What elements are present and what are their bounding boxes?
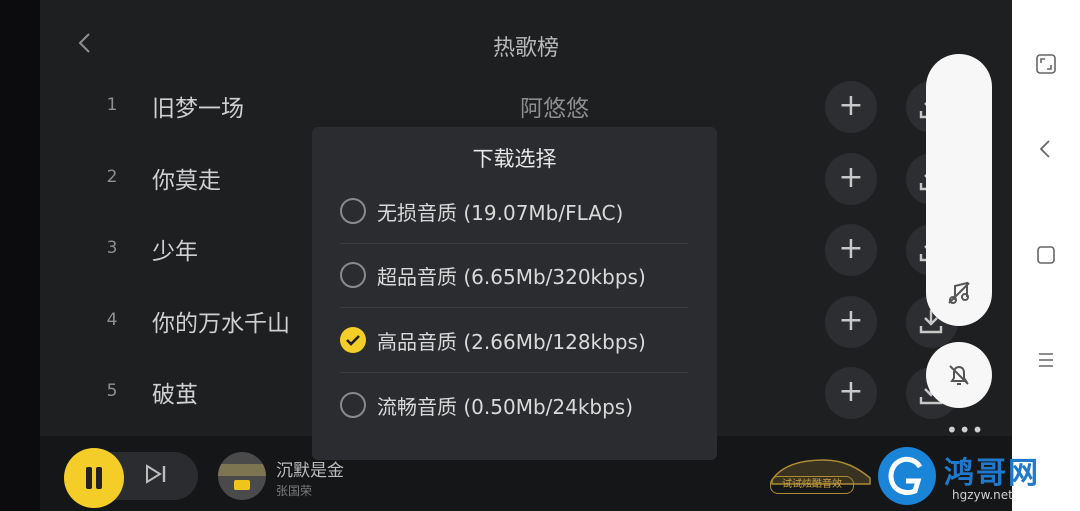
song-title: 旧梦一场 — [152, 96, 244, 122]
bell-off-icon — [949, 365, 969, 385]
quality-option-high[interactable]: 高品音质 (2.66Mb/128kbps) — [340, 310, 688, 373]
download-dialog: 下载选择 无损音质 (19.07Mb/FLAC) 超品音质 (6.65Mb/32… — [312, 127, 717, 460]
watermark-g-icon — [888, 456, 923, 496]
option-label: 流畅音质 (0.50Mb/24kbps) — [377, 395, 634, 419]
now-playing-artist: 张国荣 — [276, 484, 313, 498]
quality-option-lossless[interactable]: 无损音质 (19.07Mb/FLAC) — [340, 181, 688, 244]
system-navbar — [1012, 0, 1080, 511]
add-to-playlist-button[interactable]: + — [825, 367, 877, 419]
option-label: 无损音质 (19.07Mb/FLAC) — [377, 201, 624, 225]
song-rank: 5 — [106, 381, 118, 401]
add-to-playlist-button[interactable]: + — [825, 81, 877, 133]
floating-panel — [926, 54, 992, 326]
sound-effect-button[interactable]: 试试炫酷音效 — [770, 476, 854, 494]
dialog-title: 下载选择 — [472, 147, 557, 171]
option-label: 高品音质 (2.66Mb/128kbps) — [377, 330, 646, 354]
home-icon[interactable] — [1032, 241, 1060, 269]
watermark-logo — [878, 447, 936, 505]
song-rank: 2 — [106, 167, 118, 187]
radio-icon[interactable] — [340, 392, 366, 418]
song-rank: 1 — [106, 95, 118, 115]
music-off-icon[interactable] — [946, 280, 972, 306]
back-nav-icon[interactable] — [1032, 135, 1060, 163]
radio-icon[interactable] — [340, 198, 366, 224]
floating-bell-button[interactable] — [926, 342, 992, 408]
radio-icon[interactable] — [340, 262, 366, 288]
quality-option-super[interactable]: 超品音质 (6.65Mb/320kbps) — [340, 245, 688, 308]
more-options-icon[interactable]: ••• — [946, 418, 984, 442]
song-rank: 3 — [106, 238, 118, 258]
song-rank: 4 — [106, 310, 118, 330]
next-track-icon[interactable] — [144, 464, 168, 484]
add-to-playlist-button[interactable]: + — [825, 153, 877, 205]
add-to-playlist-button[interactable]: + — [825, 296, 877, 348]
menu-icon[interactable] — [1032, 346, 1060, 374]
pause-button[interactable] — [64, 448, 124, 508]
song-title: 你的万水千山 — [152, 311, 290, 337]
album-art[interactable] — [218, 452, 266, 500]
check-icon — [346, 335, 360, 346]
song-title: 破茧 — [152, 382, 198, 408]
radio-checked-icon[interactable] — [340, 327, 366, 353]
song-title: 你莫走 — [152, 168, 221, 194]
page-title: 热歌榜 — [492, 36, 559, 61]
song-artist: 阿悠悠 — [520, 96, 589, 122]
quality-option-smooth[interactable]: 流畅音质 (0.50Mb/24kbps) — [340, 375, 688, 437]
watermark-brand: 鸿哥网 — [944, 456, 1040, 491]
option-label: 超品音质 (6.65Mb/320kbps) — [377, 265, 646, 289]
fullscreen-icon[interactable] — [1032, 50, 1060, 78]
song-title: 少年 — [152, 239, 198, 265]
add-to-playlist-button[interactable]: + — [825, 224, 877, 276]
watermark-url: hgzyw.net — [952, 488, 1013, 502]
